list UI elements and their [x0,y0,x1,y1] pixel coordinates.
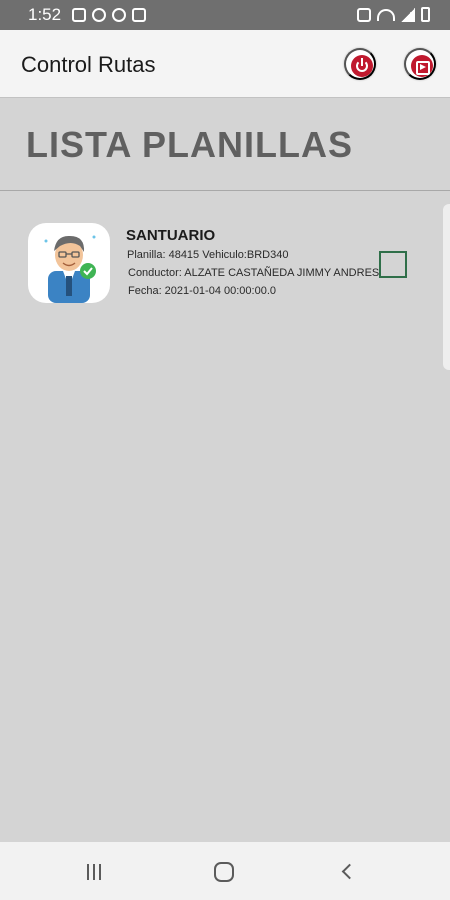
driver-avatar [28,223,110,303]
messenger-icon [92,8,106,22]
wifi-icon [377,8,395,21]
home-icon[interactable] [214,862,234,882]
exit-button[interactable] [404,48,436,80]
image-icon [72,8,86,22]
page-title: LISTA PLANILLAS [26,124,353,165]
side-scroll-handle[interactable] [443,204,450,370]
status-time: 1:52 [28,5,62,24]
person-avatar-icon [44,235,96,303]
app-title: Control Rutas [21,52,156,77]
back-icon[interactable] [341,863,358,880]
battery-icon [421,7,430,22]
driver-text: Conductor: ALZATE CASTAÑEDA JIMMY ANDRES [128,267,380,279]
signal-icon [401,7,415,22]
date-text: Fecha: 2021-01-04 00:00:00.0 [128,285,277,297]
planilla-list-item[interactable]: SANTUARIO Planilla: 48415 Vehiculo:BRD34… [0,204,446,314]
navigation-bar [0,842,450,900]
vibrate-icon [357,7,371,22]
status-bar: 1:52 [0,0,450,30]
power-icon [351,55,373,77]
planillas-header: LISTA PLANILLAS [0,99,450,191]
app-bar: Control Rutas [0,30,450,98]
planilla-checkbox[interactable] [379,251,407,278]
power-button[interactable] [344,48,376,80]
exit-icon [411,55,433,77]
youtube-icon [132,8,146,22]
notification-icons [72,8,146,22]
system-status-icons [357,7,430,22]
planilla-name: SANTUARIO [126,227,216,244]
planilla-vehicle-text: Planilla: 48415 Vehiculo:BRD340 [127,249,289,261]
whatsapp-icon [112,8,126,22]
recents-icon[interactable] [87,864,101,880]
